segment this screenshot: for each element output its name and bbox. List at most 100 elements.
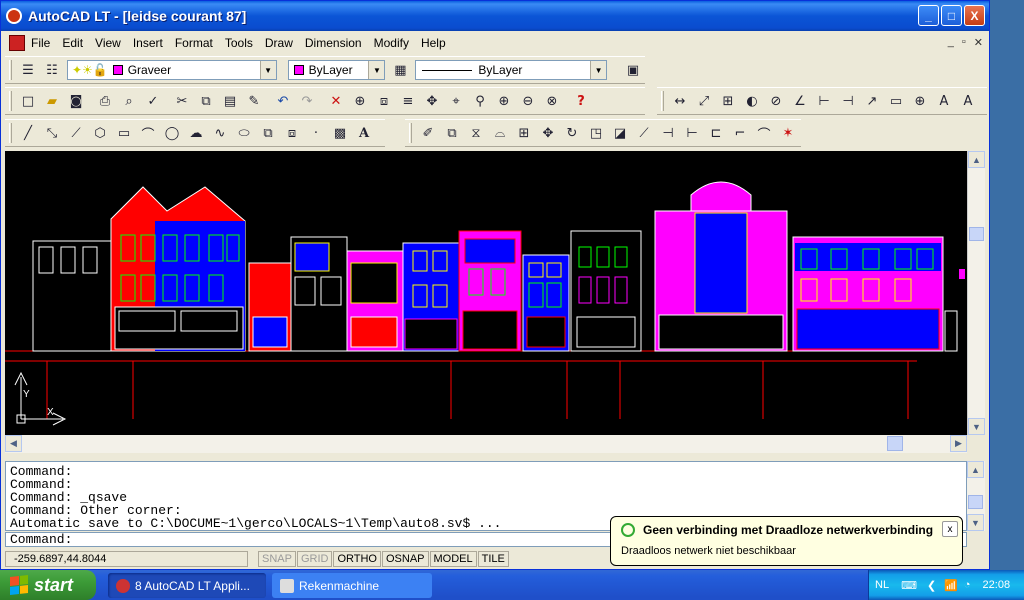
zoom-previous-icon[interactable]: ⊖ bbox=[517, 90, 539, 112]
doc-minimize-button[interactable]: _ bbox=[948, 36, 954, 49]
linetype-combo[interactable]: ByLayer ▼ bbox=[415, 60, 608, 80]
construction-line-icon[interactable]: ⤡ bbox=[41, 122, 63, 144]
layer-manager-icon[interactable]: ☰ bbox=[17, 59, 39, 81]
ordinate-dimension-icon[interactable]: ⊞ bbox=[717, 90, 739, 112]
leader-icon[interactable]: ↗ bbox=[861, 90, 883, 112]
print-icon[interactable]: ⎙ bbox=[94, 90, 116, 112]
open-folder-icon[interactable]: ▰ bbox=[41, 90, 63, 112]
dimension-edit-icon[interactable]: A bbox=[933, 90, 955, 112]
start-button[interactable]: start bbox=[0, 570, 96, 600]
drawing-vertical-scrollbar[interactable]: ▲ ▼ bbox=[967, 151, 985, 435]
menu-tools[interactable]: Tools bbox=[219, 36, 259, 50]
stretch-icon[interactable]: ◪ bbox=[609, 122, 631, 144]
erase-icon[interactable]: ✐ bbox=[417, 122, 439, 144]
make-block-icon[interactable]: ⧈ bbox=[281, 122, 303, 144]
rectangle-icon[interactable]: ▭ bbox=[113, 122, 135, 144]
scale-icon[interactable]: ◳ bbox=[585, 122, 607, 144]
lock-icon[interactable]: 🔓 bbox=[93, 63, 108, 77]
ortho-toggle[interactable]: ORTHO bbox=[333, 551, 381, 567]
help-tray-icon[interactable]: ◔ bbox=[964, 579, 971, 591]
menu-help[interactable]: Help bbox=[415, 36, 452, 50]
insert-block-icon[interactable]: ⧉ bbox=[257, 122, 279, 144]
zoom-in-icon[interactable]: ⊕ bbox=[493, 90, 515, 112]
block-icon[interactable]: ⧈ bbox=[373, 90, 395, 112]
match-properties-icon[interactable]: ✎ bbox=[243, 90, 265, 112]
balloon-close-button[interactable]: x bbox=[942, 521, 958, 537]
menu-draw[interactable]: Draw bbox=[259, 36, 299, 50]
pan-realtime-icon[interactable]: ✕ bbox=[325, 90, 347, 112]
toolbar-grip[interactable] bbox=[9, 91, 12, 111]
extend-icon[interactable]: ⊢ bbox=[681, 122, 703, 144]
pan-icon[interactable]: ✥ bbox=[421, 90, 443, 112]
save-icon[interactable]: ◙ bbox=[65, 90, 87, 112]
revcloud-icon[interactable]: ☁ bbox=[185, 122, 207, 144]
linetype-icon[interactable]: ▦ bbox=[389, 59, 411, 81]
document-icon[interactable] bbox=[9, 35, 25, 51]
clock[interactable]: 22:08 bbox=[983, 579, 1011, 591]
doc-restore-button[interactable]: ▫ bbox=[962, 36, 966, 49]
break-icon[interactable]: ⊏ bbox=[705, 122, 727, 144]
chevron-down-icon[interactable]: ▼ bbox=[590, 61, 607, 79]
angular-dimension-icon[interactable]: ∠ bbox=[789, 90, 811, 112]
scroll-down-icon[interactable]: ▼ bbox=[968, 418, 985, 435]
paste-icon[interactable]: ▤ bbox=[219, 90, 241, 112]
menu-insert[interactable]: Insert bbox=[127, 36, 169, 50]
rotate-icon[interactable]: ↻ bbox=[561, 122, 583, 144]
arc-icon[interactable]: ⌒ bbox=[137, 122, 159, 144]
linear-dimension-icon[interactable]: ↔ bbox=[669, 90, 691, 112]
color-combo[interactable]: ByLayer ▼ bbox=[287, 60, 386, 80]
print-preview-icon[interactable]: ⌕ bbox=[118, 90, 140, 112]
horizontal-scroll-thumb[interactable] bbox=[887, 436, 903, 451]
menu-file[interactable]: File bbox=[25, 36, 56, 50]
cursor-coordinates[interactable]: -259.6897,44.8044 bbox=[5, 551, 248, 567]
vertical-scroll-thumb[interactable] bbox=[969, 227, 984, 241]
layer-previous-icon[interactable]: ☷ bbox=[41, 59, 63, 81]
taskbar-item-autocad[interactable]: 8 AutoCAD LT Appli... bbox=[108, 573, 266, 598]
new-file-icon[interactable]: □ bbox=[17, 90, 39, 112]
toolbar-grip[interactable] bbox=[9, 60, 12, 80]
network-notification-balloon[interactable]: Geen verbinding met Draadloze netwerkver… bbox=[610, 516, 963, 566]
chamfer-icon[interactable]: ⌐ bbox=[729, 122, 751, 144]
tolerance-icon[interactable]: ▭ bbox=[885, 90, 907, 112]
copy-icon[interactable]: ⧉ bbox=[195, 90, 217, 112]
tile-toggle[interactable]: TILE bbox=[477, 551, 509, 567]
multiline-text-icon[interactable]: A bbox=[353, 122, 375, 144]
properties-icon[interactable]: ▣ bbox=[622, 59, 644, 81]
polygon-icon[interactable]: ⬡ bbox=[89, 122, 111, 144]
drawing-horizontal-scrollbar[interactable]: ◀ ▶ bbox=[5, 435, 967, 453]
menu-edit[interactable]: Edit bbox=[56, 36, 89, 50]
offset-icon[interactable]: ⌓ bbox=[489, 122, 511, 144]
spell-check-icon[interactable]: ✓ bbox=[142, 90, 164, 112]
mirror-icon[interactable]: ⧖ bbox=[465, 122, 487, 144]
command-scrollbar[interactable]: ▲ ▼ bbox=[967, 461, 985, 531]
fillet-icon[interactable]: ⌒ bbox=[753, 122, 775, 144]
toolbar-grip[interactable] bbox=[9, 123, 12, 143]
redo-icon[interactable]: ↷ bbox=[296, 90, 318, 112]
menu-view[interactable]: View bbox=[89, 36, 127, 50]
hatch-icon[interactable]: ▩ bbox=[329, 122, 351, 144]
aligned-dimension-icon[interactable]: ⤢ bbox=[693, 90, 715, 112]
baseline-dimension-icon[interactable]: ⊢ bbox=[813, 90, 835, 112]
center-mark-icon[interactable]: ⊕ bbox=[909, 90, 931, 112]
layer-combo[interactable]: ✦ ☀ 🔓 Graveer ▼ bbox=[66, 60, 277, 80]
chevron-down-icon[interactable]: ▼ bbox=[368, 61, 385, 79]
minimize-button[interactable]: _ bbox=[918, 5, 939, 26]
copy-object-icon[interactable]: ⧉ bbox=[441, 122, 463, 144]
explode-icon[interactable]: ✶ bbox=[777, 122, 799, 144]
sun-icon[interactable]: ☀ bbox=[82, 63, 93, 77]
command-scroll-thumb[interactable] bbox=[968, 495, 983, 509]
osnap-icon[interactable]: ⊕ bbox=[349, 90, 371, 112]
snap-toggle[interactable]: SNAP bbox=[258, 551, 296, 567]
continue-dimension-icon[interactable]: ⊣ bbox=[837, 90, 859, 112]
line-icon[interactable]: ╱ bbox=[17, 122, 39, 144]
autocad-app-icon[interactable] bbox=[6, 8, 22, 24]
lengthen-icon[interactable]: ⟋ bbox=[633, 122, 655, 144]
scroll-down-icon[interactable]: ▼ bbox=[967, 514, 984, 531]
taskbar-item-calculator[interactable]: Rekenmachine bbox=[272, 573, 432, 598]
scroll-up-icon[interactable]: ▲ bbox=[967, 461, 984, 478]
scroll-left-icon[interactable]: ◀ bbox=[5, 435, 22, 452]
show-hidden-icons-icon[interactable]: ❮ bbox=[927, 579, 936, 592]
keyboard-icon[interactable]: ⌨ bbox=[901, 579, 917, 592]
network-status-icon[interactable]: 📶 bbox=[944, 579, 958, 592]
menu-modify[interactable]: Modify bbox=[368, 36, 415, 50]
